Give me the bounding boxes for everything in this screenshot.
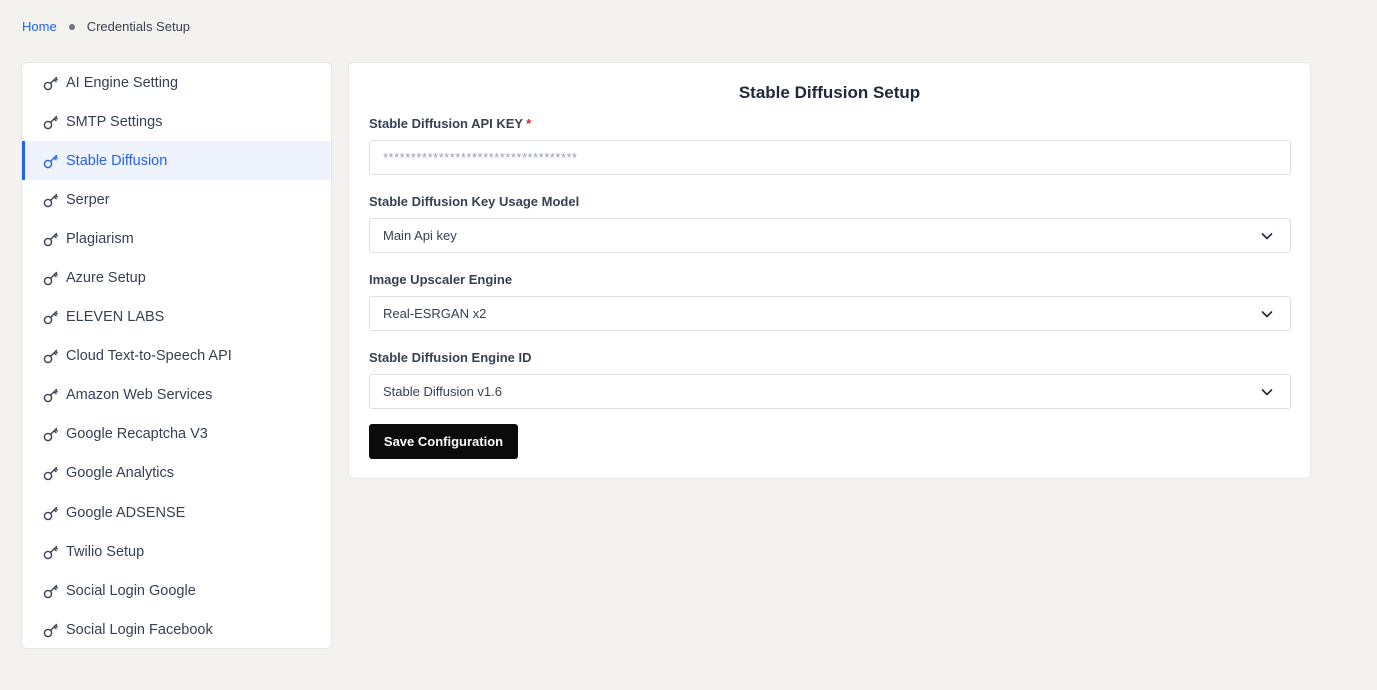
sidebar-item-label: Cloud Text-to-Speech API <box>66 348 232 365</box>
key-icon <box>42 621 60 639</box>
api-key-label: Stable Diffusion API KEY * <box>369 116 531 131</box>
sidebar-item-label: Plagiarism <box>66 230 134 247</box>
upscaler-label: Image Upscaler Engine <box>369 272 513 287</box>
sidebar-item-google-analytics[interactable]: Google Analytics <box>22 454 331 493</box>
sidebar-item-label: Amazon Web Services <box>66 387 213 404</box>
sidebar-item-label: Serper <box>66 191 110 208</box>
api-key-label-text: Stable Diffusion API KEY <box>369 116 524 131</box>
key-icon <box>42 230 60 248</box>
sidebar-item-plagiarism[interactable]: Plagiarism <box>22 219 331 258</box>
key-icon <box>42 464 60 482</box>
sidebar-item-label: Google ADSENSE <box>66 504 186 521</box>
usage-model-selected-value: Main Api key <box>383 228 457 243</box>
sidebar-item-label: SMTP Settings <box>66 113 163 130</box>
chevron-down-icon <box>1261 311 1273 318</box>
sidebar-item-label: Google Recaptcha V3 <box>66 426 208 443</box>
sidebar-item-aws[interactable]: Amazon Web Services <box>22 376 331 415</box>
key-icon <box>42 347 60 365</box>
api-key-input[interactable] <box>383 141 1290 174</box>
sidebar-item-social-login-google[interactable]: Social Login Google <box>22 571 331 610</box>
sidebar-item-smtp-settings[interactable]: SMTP Settings <box>22 102 331 141</box>
sidebar-item-azure-setup[interactable]: Azure Setup <box>22 258 331 297</box>
sidebar-item-social-login-facebook[interactable]: Social Login Facebook <box>22 610 331 648</box>
upscaler-selected-value: Real-ESRGAN x2 <box>383 306 487 321</box>
sidebar-item-label: AI Engine Setting <box>66 74 179 91</box>
credentials-sidebar: AI Engine Setting SMTP Settings Stable D… <box>21 62 332 649</box>
breadcrumb-home-link[interactable]: Home <box>22 19 57 34</box>
key-icon <box>42 504 60 522</box>
key-icon <box>42 152 60 170</box>
engine-id-label: Stable Diffusion Engine ID <box>369 350 532 365</box>
chevron-down-icon <box>1261 389 1273 396</box>
key-icon <box>42 191 60 209</box>
required-mark: * <box>526 116 532 131</box>
engine-id-selected-value: Stable Diffusion v1.6 <box>383 384 502 399</box>
engine-id-select[interactable]: Stable Diffusion v1.6 <box>369 374 1291 409</box>
sidebar-item-label: Azure Setup <box>66 270 146 287</box>
sidebar-item-eleven-labs[interactable]: ELEVEN LABS <box>22 298 331 337</box>
sidebar-item-stable-diffusion[interactable]: Stable Diffusion <box>22 141 331 181</box>
upscaler-select[interactable]: Real-ESRGAN x2 <box>369 296 1291 331</box>
sidebar-item-google-adsense[interactable]: Google ADSENSE <box>22 493 331 532</box>
sidebar-item-label: Social Login Google <box>66 582 196 599</box>
chevron-down-icon <box>1261 233 1273 240</box>
breadcrumb: Home Credentials Setup <box>22 19 190 34</box>
sidebar-item-label: Google Analytics <box>66 465 175 482</box>
key-icon <box>42 308 60 326</box>
usage-model-select[interactable]: Main Api key <box>369 218 1291 253</box>
usage-model-label: Stable Diffusion Key Usage Model <box>369 194 580 209</box>
key-icon <box>42 74 60 92</box>
key-icon <box>42 582 60 600</box>
stable-diffusion-setup-panel: Stable Diffusion Setup Stable Diffusion … <box>348 62 1311 479</box>
sidebar-item-twilio-setup[interactable]: Twilio Setup <box>22 532 331 571</box>
sidebar-item-label: ELEVEN LABS <box>66 309 165 326</box>
key-icon <box>42 425 60 443</box>
api-key-field-wrapper <box>369 140 1291 175</box>
sidebar-item-serper[interactable]: Serper <box>22 180 331 219</box>
sidebar-item-label: Social Login Facebook <box>66 621 213 638</box>
key-icon <box>42 269 60 287</box>
breadcrumb-separator <box>68 23 75 30</box>
sidebar-item-label: Twilio Setup <box>66 543 145 560</box>
sidebar-item-ai-engine-setting[interactable]: AI Engine Setting <box>22 63 331 102</box>
key-icon <box>42 543 60 561</box>
sidebar-item-cloud-tts[interactable]: Cloud Text-to-Speech API <box>22 337 331 376</box>
sidebar-item-google-recaptcha[interactable]: Google Recaptcha V3 <box>22 415 331 454</box>
panel-title: Stable Diffusion Setup <box>738 83 921 102</box>
breadcrumb-current: Credentials Setup <box>86 19 191 34</box>
save-configuration-button[interactable]: Save Configuration <box>369 424 518 459</box>
key-icon <box>42 386 60 404</box>
key-icon <box>42 113 60 131</box>
sidebar-item-label: Stable Diffusion <box>66 152 168 169</box>
